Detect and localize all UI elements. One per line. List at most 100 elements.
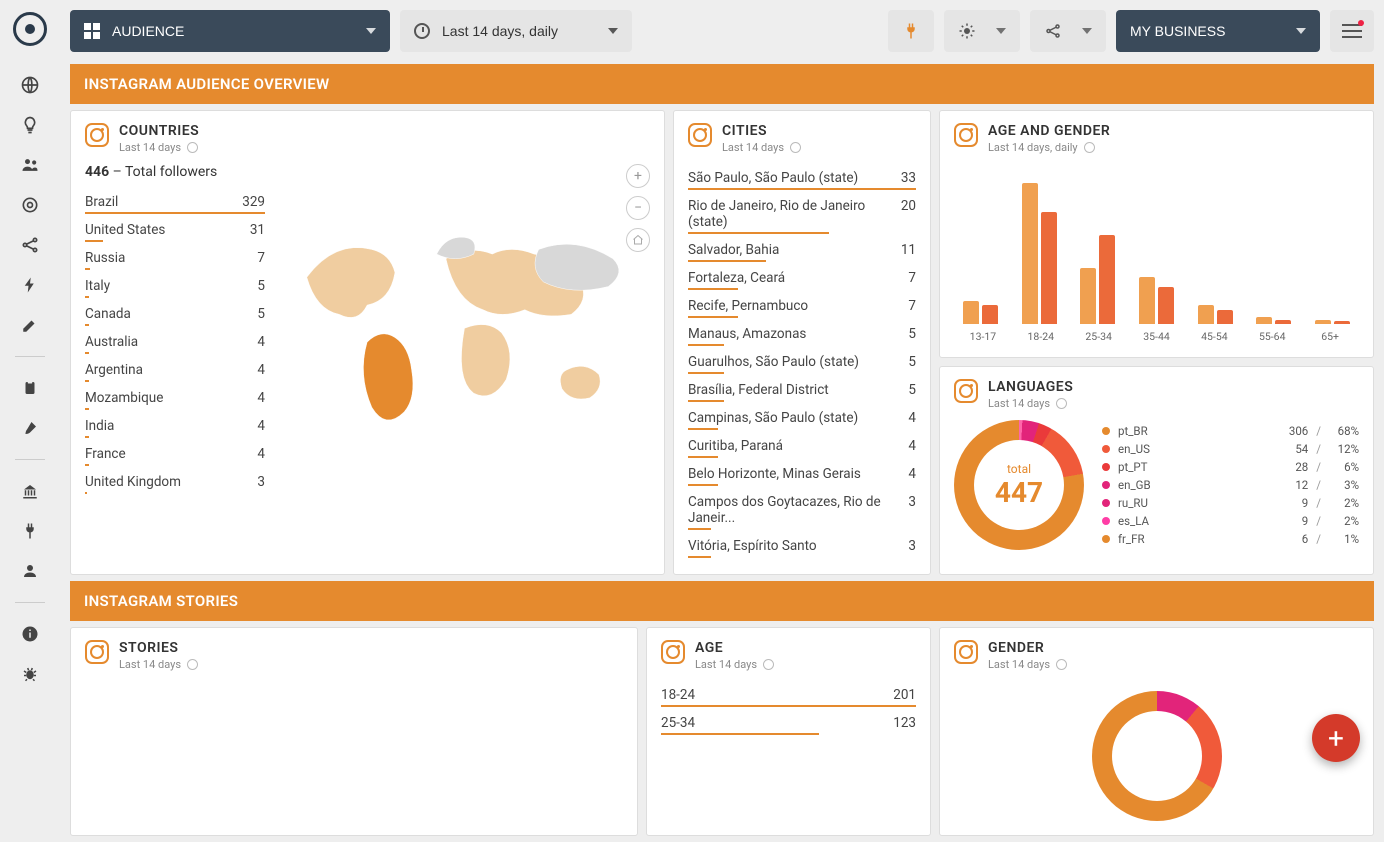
list-item: fr_FR6/1%: [1102, 530, 1359, 548]
instagram-icon: [954, 123, 978, 147]
languages-donut[interactable]: total 447: [954, 420, 1084, 550]
chevron-down-icon: [366, 28, 376, 34]
instagram-icon: [85, 640, 109, 664]
user-icon[interactable]: [19, 560, 41, 582]
list-item: ru_RU9/2%: [1102, 494, 1359, 512]
age-gender-chart[interactable]: [954, 164, 1359, 324]
refresh-icon[interactable]: [1084, 142, 1095, 153]
gender-card: GENDER Last 14 days: [939, 627, 1374, 836]
brush-icon[interactable]: [19, 417, 41, 439]
list-item[interactable]: France4: [85, 440, 265, 464]
list-item[interactable]: São Paulo, São Paulo (state)33: [688, 164, 916, 188]
list-item[interactable]: United States31: [85, 216, 265, 240]
list-item[interactable]: Fortaleza, Ceará7: [688, 264, 916, 288]
instagram-icon: [85, 123, 109, 147]
countries-card: COUNTRIES Last 14 days 446 – Total follo…: [70, 110, 665, 575]
refresh-icon[interactable]: [187, 142, 198, 153]
list-item[interactable]: Brasília, Federal District5: [688, 376, 916, 400]
people-icon[interactable]: [19, 154, 41, 176]
plug-button[interactable]: [888, 10, 934, 52]
list-item[interactable]: 25-34123: [661, 709, 916, 733]
list-item[interactable]: Brazil329: [85, 188, 265, 212]
list-item[interactable]: Campos dos Goytacazes, Rio de Janeir...3: [688, 488, 916, 528]
globe-icon[interactable]: [19, 74, 41, 96]
bulb-icon[interactable]: [19, 114, 41, 136]
list-item[interactable]: Italy5: [85, 272, 265, 296]
target-icon[interactable]: [19, 194, 41, 216]
bank-icon[interactable]: [19, 480, 41, 502]
clock-icon: [414, 23, 430, 39]
clipboard-icon[interactable]: [19, 377, 41, 399]
menu-button[interactable]: [1330, 10, 1374, 52]
list-item[interactable]: Guarulhos, São Paulo (state)5: [688, 348, 916, 372]
refresh-icon[interactable]: [187, 659, 198, 670]
refresh-icon[interactable]: [763, 659, 774, 670]
zoom-out-button[interactable]: −: [626, 196, 650, 220]
list-item[interactable]: Campinas, São Paulo (state)4: [688, 404, 916, 428]
daterange-label: Last 14 days, daily: [442, 23, 558, 39]
list-item: en_US54/12%: [1102, 440, 1359, 458]
theme-dropdown[interactable]: [944, 10, 1020, 52]
app-logo[interactable]: [13, 12, 47, 46]
instagram-icon: [954, 379, 978, 403]
list-item: es_LA9/2%: [1102, 512, 1359, 530]
list-item[interactable]: Argentina4: [85, 356, 265, 380]
world-map[interactable]: [279, 194, 650, 444]
business-label: MY BUSINESS: [1130, 23, 1225, 39]
topbar: AUDIENCE Last 14 days, daily: [70, 10, 1374, 52]
share-dropdown[interactable]: [1030, 10, 1106, 52]
list-item[interactable]: United Kingdom3: [85, 468, 265, 492]
hamburger-icon: [1342, 24, 1362, 38]
list-item[interactable]: Vitória, Espírito Santo3: [688, 532, 916, 556]
gender-donut[interactable]: [1092, 691, 1222, 821]
info-icon[interactable]: [19, 623, 41, 645]
list-item: pt_PT28/6%: [1102, 458, 1359, 476]
instagram-icon: [661, 640, 685, 664]
sidebar: [0, 0, 60, 842]
home-button[interactable]: [626, 228, 650, 252]
fab-add-button[interactable]: +: [1312, 714, 1360, 762]
list-item[interactable]: Manaus, Amazonas5: [688, 320, 916, 344]
section-overview-header: INSTAGRAM AUDIENCE OVERVIEW: [70, 64, 1374, 104]
section-dropdown[interactable]: AUDIENCE: [70, 10, 390, 52]
agegender-card: AGE AND GENDER Last 14 days, daily 13-17…: [939, 110, 1374, 358]
stories-card: STORIES Last 14 days: [70, 627, 638, 836]
list-item[interactable]: 18-24201: [661, 681, 916, 705]
list-item[interactable]: India4: [85, 412, 265, 436]
business-dropdown[interactable]: MY BUSINESS: [1116, 10, 1320, 52]
list-item[interactable]: Curitiba, Paraná4: [688, 432, 916, 456]
instagram-icon: [954, 640, 978, 664]
plug-icon[interactable]: [19, 520, 41, 542]
refresh-icon[interactable]: [1056, 398, 1067, 409]
list-item[interactable]: Belo Horizonte, Minas Gerais4: [688, 460, 916, 484]
section-label: AUDIENCE: [112, 23, 184, 39]
chevron-down-icon: [1296, 28, 1306, 34]
chevron-down-icon: [608, 28, 618, 34]
refresh-icon[interactable]: [790, 142, 801, 153]
refresh-icon[interactable]: [1056, 659, 1067, 670]
total-followers: 446 – Total followers: [85, 164, 265, 180]
languages-card: LANGUAGES Last 14 days total 447 pt_BR30…: [939, 366, 1374, 575]
daterange-dropdown[interactable]: Last 14 days, daily: [400, 10, 632, 52]
list-item[interactable]: Mozambique4: [85, 384, 265, 408]
chevron-down-icon: [1082, 28, 1092, 34]
bug-icon[interactable]: [19, 663, 41, 685]
grid-icon: [84, 23, 100, 39]
chevron-down-icon: [996, 28, 1006, 34]
zoom-in-button[interactable]: +: [626, 164, 650, 188]
list-item[interactable]: Recife, Pernambuco7: [688, 292, 916, 316]
cities-card: CITIES Last 14 days São Paulo, São Paulo…: [673, 110, 931, 575]
card-title: COUNTRIES: [119, 123, 199, 139]
list-item[interactable]: Rio de Janeiro, Rio de Janeiro (state)20: [688, 192, 916, 232]
list-item: en_GB12/3%: [1102, 476, 1359, 494]
bolt-icon[interactable]: [19, 274, 41, 296]
share-icon[interactable]: [19, 234, 41, 256]
pencil-icon[interactable]: [19, 314, 41, 336]
list-item[interactable]: Canada5: [85, 300, 265, 324]
list-item[interactable]: Russia7: [85, 244, 265, 268]
age-card: AGE Last 14 days 18-2420125-34123: [646, 627, 931, 836]
instagram-icon: [688, 123, 712, 147]
list-item[interactable]: Australia4: [85, 328, 265, 352]
section-stories-header: INSTAGRAM STORIES: [70, 581, 1374, 621]
list-item[interactable]: Salvador, Bahia11: [688, 236, 916, 260]
